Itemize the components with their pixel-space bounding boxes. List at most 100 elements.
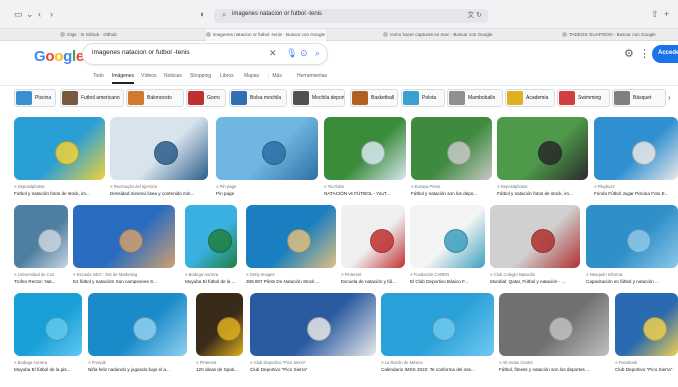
image-result[interactable]: Escuela SEO - Ibiz de Marketing Es fútbol…	[73, 205, 175, 288]
result-title[interactable]: 308.807 Pilots De Natación Stock ...	[246, 279, 336, 284]
result-source[interactable]: Universidad de Cos	[14, 272, 68, 277]
microphone-icon[interactable]: 🎙	[286, 48, 297, 59]
result-thumbnail[interactable]	[615, 293, 678, 356]
image-result[interactable]: Bodega Aurrera Muyuba El fútbol de la ...	[185, 205, 237, 288]
tab-search-active[interactable]: imagenes natacion or futbol -tenis - Bus…	[206, 29, 326, 41]
result-source[interactable]: Pin page	[216, 184, 318, 189]
result-thumbnail[interactable]	[14, 293, 82, 356]
result-thumbnail[interactable]	[499, 293, 609, 356]
image-result[interactable]: La Razón de México Calendario IMSS 2022: …	[381, 293, 494, 376]
signin-button[interactable]: Acceder	[652, 45, 678, 63]
result-source[interactable]: Recreação del ejercicio	[110, 184, 208, 189]
nav-item[interactable]: Mapas	[244, 73, 259, 79]
back-icon[interactable]: ‹	[38, 9, 41, 20]
translate-icon[interactable]: 文 ↻	[467, 10, 482, 20]
share-icon[interactable]: ⇧	[651, 9, 659, 20]
image-result[interactable]: Depositphotos Futbol y natación fotos de …	[14, 117, 105, 200]
filter-chip[interactable]: Mamboballo	[447, 89, 503, 107]
nav-item[interactable]: ⋮ Más	[266, 73, 282, 79]
search-input[interactable]	[92, 49, 262, 56]
result-thumbnail[interactable]	[216, 117, 318, 180]
result-title[interactable]: Densidad mineral ósea y contenido min...	[110, 191, 208, 196]
nav-item[interactable]: Noticias	[164, 73, 182, 79]
result-source[interactable]: Depositphotos	[14, 184, 105, 189]
image-result[interactable]: Pin page Pin page	[216, 117, 318, 200]
result-title[interactable]: El Club Deportivo Básico F...	[410, 279, 485, 284]
result-source[interactable]: Europa Press	[411, 184, 492, 189]
filter-chip[interactable]: Bolsa mochila	[229, 89, 287, 107]
result-source[interactable]: Pinterest	[341, 272, 405, 277]
result-title[interactable]: Calendario IMSS 2022: Te conforma del os…	[381, 367, 494, 372]
address-bar[interactable]: ⌕ imagenes natacion or futbol -tenis 文 ↻	[214, 9, 488, 23]
nav-item[interactable]: Herramientas	[297, 73, 327, 79]
result-source[interactable]: Bodega Aurrera	[185, 272, 237, 277]
tab-tadeos[interactable]: TADEOS GUAPOOO - Buscar con Google	[562, 29, 674, 41]
result-thumbnail[interactable]	[14, 117, 105, 180]
result-source[interactable]: Club Deportivo "Pico Sierra"	[250, 360, 376, 365]
result-thumbnail[interactable]	[185, 205, 237, 268]
result-source[interactable]: Fundación CAREN	[410, 272, 485, 277]
filter-chip[interactable]: Piscina	[14, 89, 56, 107]
result-source[interactable]: Neuquén Informa	[586, 272, 678, 277]
nav-item[interactable]: Shopping	[190, 73, 211, 79]
result-title[interactable]: NATACIÓN vs FÚTBOL - YouT...	[324, 191, 406, 196]
filter-chip[interactable]: Swimming	[557, 89, 610, 107]
image-result[interactable]: Facebook Club Deportivo "Pico Sierra"	[615, 293, 678, 376]
result-title[interactable]: Es fútbol y natación! Son campeones S...	[73, 279, 175, 284]
nav-item[interactable]: Todo	[93, 73, 104, 79]
result-title[interactable]: Pin page	[216, 191, 318, 196]
result-source[interactable]: Playbuzz	[594, 184, 678, 189]
image-result[interactable]: Pinterest Escuela de natación y fúl...	[341, 205, 405, 288]
filter-chip[interactable]: Baloncesto	[126, 89, 184, 107]
result-source[interactable]: Facebook	[615, 360, 678, 365]
result-title[interactable]: Fútbol y natación son los depo...	[411, 191, 492, 196]
image-result[interactable]: Europa Press Fútbol y natación son los de…	[411, 117, 492, 200]
forward-icon[interactable]: ›	[50, 9, 53, 20]
new-tab-icon[interactable]: +	[664, 9, 669, 20]
search-icon[interactable]: ⌕	[315, 48, 320, 59]
result-thumbnail[interactable]	[594, 117, 678, 180]
result-source[interactable]: YouTube	[324, 184, 406, 189]
result-thumbnail[interactable]	[410, 205, 485, 268]
result-thumbnail[interactable]	[88, 293, 187, 356]
chevron-right-icon[interactable]: ›	[668, 93, 671, 102]
nav-item[interactable]: Libros	[220, 73, 234, 79]
image-result[interactable]: Bodega Aurrera Muyuba El fútbol de la pis…	[14, 293, 82, 376]
result-title[interactable]: Fútbol y natación fotos de stock, im...	[497, 191, 588, 196]
result-thumbnail[interactable]	[73, 205, 175, 268]
result-source[interactable]: Bodega Aurrera	[14, 360, 82, 365]
image-result[interactable]: Neuquén Informa Capacitación en fútbol y …	[586, 205, 678, 288]
result-source[interactable]: Club Colegio Natación	[490, 272, 580, 277]
image-result[interactable]: Playbuzz Fondo Fútbol Jugar Piscina Foto …	[594, 117, 678, 200]
clear-icon[interactable]: ✕	[269, 48, 277, 59]
nav-item[interactable]: Imágenes	[112, 73, 134, 84]
result-title[interactable]: Club Deportivo "Pico Sierra"	[615, 367, 678, 372]
result-thumbnail[interactable]	[250, 293, 376, 356]
result-source[interactable]: La Razón de México	[381, 360, 494, 365]
result-thumbnail[interactable]	[411, 117, 492, 180]
image-result[interactable]: Depositphotos Fútbol y natación fotos de …	[497, 117, 588, 200]
result-source[interactable]: Escuela SEO - Ibiz de Marketing	[73, 272, 175, 277]
result-title[interactable]: Capacitación en fútbol y natación ...	[586, 279, 678, 284]
result-title[interactable]: Fondo Fútbol Jugar Piscina Foto E...	[594, 191, 678, 196]
image-result[interactable]: Club Deportivo "Pico Sierra" Club Deporti…	[250, 293, 376, 376]
google-logo[interactable]: Google	[34, 48, 84, 65]
filter-chip[interactable]: Gorro	[186, 89, 226, 107]
camera-icon[interactable]: ⊙	[300, 48, 308, 59]
image-result[interactable]: Club Colegio Natación Mundial: Qatar, Fút…	[490, 205, 580, 288]
result-title[interactable]: Trofeo Rector: Nat...	[14, 279, 68, 284]
result-thumbnail[interactable]	[246, 205, 336, 268]
image-result[interactable]: YouTube NATACIÓN vs FÚTBOL - YouT...	[324, 117, 406, 200]
result-thumbnail[interactable]	[586, 205, 678, 268]
image-result[interactable]: Pinterest 120 ideas de Spati...	[196, 293, 243, 376]
image-result[interactable]: Fundación CAREN El Club Deportivo Básico …	[410, 205, 485, 288]
result-thumbnail[interactable]	[490, 205, 580, 268]
result-title[interactable]: Niña feliz nadando y jugando bajo el a..…	[88, 367, 187, 372]
filter-chip[interactable]: Básquet	[612, 89, 666, 107]
filter-chip[interactable]: Basketball	[350, 89, 398, 107]
result-title[interactable]: Fútbol, fitness y natación son los depor…	[499, 367, 609, 372]
filter-chip[interactable]: Academia	[505, 89, 555, 107]
gear-icon[interactable]: ⚙	[624, 47, 634, 60]
result-thumbnail[interactable]	[14, 205, 68, 268]
shield-icon[interactable]: ◐	[200, 9, 205, 20]
